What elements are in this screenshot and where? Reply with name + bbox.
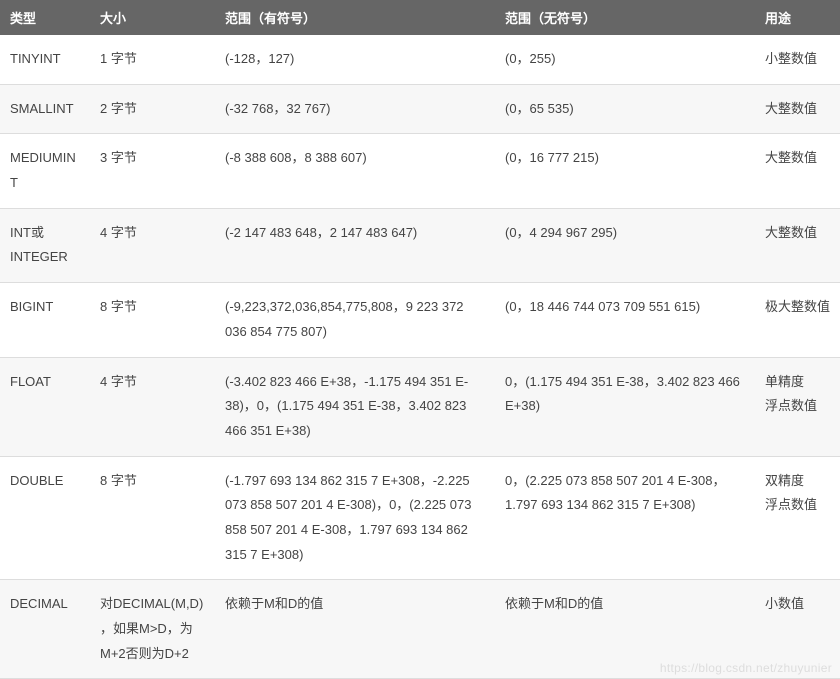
cell-type: DOUBLE <box>0 456 90 580</box>
cell-use: 大整数值 <box>755 208 840 282</box>
cell-unsigned: (0，65 535) <box>495 84 755 134</box>
table-row: INT或INTEGER4 字节(-2 147 483 648，2 147 483… <box>0 208 840 282</box>
cell-unsigned: 0，(1.175 494 351 E-38，3.402 823 466 E+38… <box>495 357 755 456</box>
cell-use: 大整数值 <box>755 84 840 134</box>
col-header-unsigned: 范围（无符号） <box>495 0 755 35</box>
cell-signed: (-2 147 483 648，2 147 483 647) <box>215 208 495 282</box>
cell-use: 单精度浮点数值 <box>755 357 840 456</box>
cell-use: 双精度浮点数值 <box>755 456 840 580</box>
cell-unsigned: (0，16 777 215) <box>495 134 755 208</box>
cell-signed: (-1.797 693 134 862 315 7 E+308，-2.225 0… <box>215 456 495 580</box>
cell-signed: 依赖于M和D的值 <box>215 580 495 679</box>
cell-type: INT或INTEGER <box>0 208 90 282</box>
cell-type: BIGINT <box>0 283 90 357</box>
cell-signed: (-128，127) <box>215 35 495 84</box>
cell-signed: (-8 388 608，8 388 607) <box>215 134 495 208</box>
cell-unsigned: 0，(2.225 073 858 507 201 4 E-308，1.797 6… <box>495 456 755 580</box>
cell-use: 大整数值 <box>755 134 840 208</box>
table-row: DOUBLE8 字节(-1.797 693 134 862 315 7 E+30… <box>0 456 840 580</box>
cell-type: TINYINT <box>0 35 90 84</box>
col-header-signed: 范围（有符号） <box>215 0 495 35</box>
table-header-row: 类型 大小 范围（有符号） 范围（无符号） 用途 <box>0 0 840 35</box>
col-header-use: 用途 <box>755 0 840 35</box>
cell-size: 1 字节 <box>90 35 215 84</box>
table-row: TINYINT1 字节(-128，127)(0，255)小整数值 <box>0 35 840 84</box>
cell-signed: (-3.402 823 466 E+38，-1.175 494 351 E-38… <box>215 357 495 456</box>
cell-type: DECIMAL <box>0 580 90 679</box>
cell-use: 小数值 <box>755 580 840 679</box>
cell-signed: (-9,223,372,036,854,775,808，9 223 372 03… <box>215 283 495 357</box>
cell-type: MEDIUMINT <box>0 134 90 208</box>
table-row: DECIMAL对DECIMAL(M,D) ，如果M>D，为M+2否则为D+2依赖… <box>0 580 840 679</box>
cell-type: FLOAT <box>0 357 90 456</box>
cell-use: 极大整数值 <box>755 283 840 357</box>
cell-unsigned: (0，255) <box>495 35 755 84</box>
cell-size: 2 字节 <box>90 84 215 134</box>
cell-size: 8 字节 <box>90 283 215 357</box>
cell-size: 4 字节 <box>90 357 215 456</box>
cell-signed: (-32 768，32 767) <box>215 84 495 134</box>
cell-unsigned: (0，4 294 967 295) <box>495 208 755 282</box>
cell-size: 对DECIMAL(M,D) ，如果M>D，为M+2否则为D+2 <box>90 580 215 679</box>
table-row: BIGINT8 字节(-9,223,372,036,854,775,808，9 … <box>0 283 840 357</box>
data-types-table: 类型 大小 范围（有符号） 范围（无符号） 用途 TINYINT1 字节(-12… <box>0 0 840 679</box>
cell-unsigned: (0，18 446 744 073 709 551 615) <box>495 283 755 357</box>
cell-size: 3 字节 <box>90 134 215 208</box>
table-row: SMALLINT2 字节(-32 768，32 767)(0，65 535)大整… <box>0 84 840 134</box>
table-row: MEDIUMINT3 字节(-8 388 608，8 388 607)(0，16… <box>0 134 840 208</box>
cell-use: 小整数值 <box>755 35 840 84</box>
cell-type: SMALLINT <box>0 84 90 134</box>
col-header-size: 大小 <box>90 0 215 35</box>
cell-size: 8 字节 <box>90 456 215 580</box>
table-row: FLOAT4 字节(-3.402 823 466 E+38，-1.175 494… <box>0 357 840 456</box>
cell-size: 4 字节 <box>90 208 215 282</box>
cell-unsigned: 依赖于M和D的值 <box>495 580 755 679</box>
col-header-type: 类型 <box>0 0 90 35</box>
